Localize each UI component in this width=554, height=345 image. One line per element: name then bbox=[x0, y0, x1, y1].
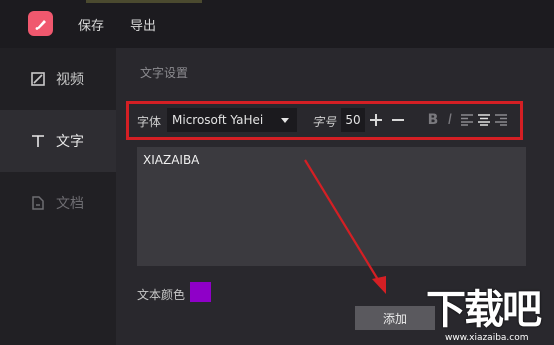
top-stripe bbox=[86, 0, 202, 3]
font-family-value: Microsoft YaHei bbox=[172, 113, 264, 127]
font-label: 字体 bbox=[137, 115, 162, 129]
export-button[interactable]: 导出 bbox=[130, 15, 156, 34]
increase-size-button[interactable] bbox=[367, 109, 385, 131]
align-center-button[interactable] bbox=[475, 109, 493, 131]
save-button[interactable]: 保存 bbox=[78, 15, 104, 34]
top-bar: 保存 导出 bbox=[0, 0, 554, 48]
align-left-icon bbox=[461, 114, 473, 126]
align-left-button[interactable] bbox=[458, 109, 476, 131]
text-icon bbox=[30, 133, 46, 149]
text-color-label: 文本颜色 bbox=[137, 288, 186, 302]
sidebar-item-text[interactable]: 文字 bbox=[0, 110, 116, 172]
watermark-url: www.xiazaiba.com bbox=[445, 333, 529, 343]
watermark-logo: 下载吧 bbox=[426, 287, 542, 333]
app-logo-icon bbox=[28, 11, 53, 36]
align-right-icon bbox=[495, 114, 507, 126]
plus-icon bbox=[370, 114, 382, 126]
section-title: 文字设置 bbox=[140, 66, 189, 80]
minus-icon bbox=[392, 119, 404, 121]
font-family-select[interactable]: Microsoft YaHei bbox=[167, 108, 297, 132]
video-icon bbox=[30, 71, 46, 87]
text-color-swatch[interactable] bbox=[190, 282, 211, 302]
font-size-label: 字号 bbox=[312, 115, 337, 129]
align-right-button[interactable] bbox=[492, 109, 510, 131]
sidebar: 视频 文字 文档 bbox=[0, 48, 116, 345]
sidebar-item-document[interactable]: 文档 bbox=[0, 172, 116, 234]
align-center-icon bbox=[478, 114, 490, 126]
sidebar-item-video[interactable]: 视频 bbox=[0, 48, 116, 110]
italic-button[interactable]: I bbox=[441, 109, 459, 131]
chevron-down-icon bbox=[281, 118, 289, 123]
font-size-input[interactable]: 50 bbox=[341, 108, 365, 132]
text-content-input[interactable]: XIAZAIBA bbox=[137, 147, 526, 266]
sidebar-item-label: 文字 bbox=[56, 134, 84, 150]
decrease-size-button[interactable] bbox=[389, 109, 407, 131]
sidebar-item-label: 文档 bbox=[56, 196, 84, 212]
add-button[interactable]: 添加 bbox=[355, 306, 435, 330]
bold-button[interactable]: B bbox=[424, 109, 442, 131]
sidebar-item-label: 视频 bbox=[56, 72, 84, 88]
document-icon bbox=[30, 195, 46, 211]
